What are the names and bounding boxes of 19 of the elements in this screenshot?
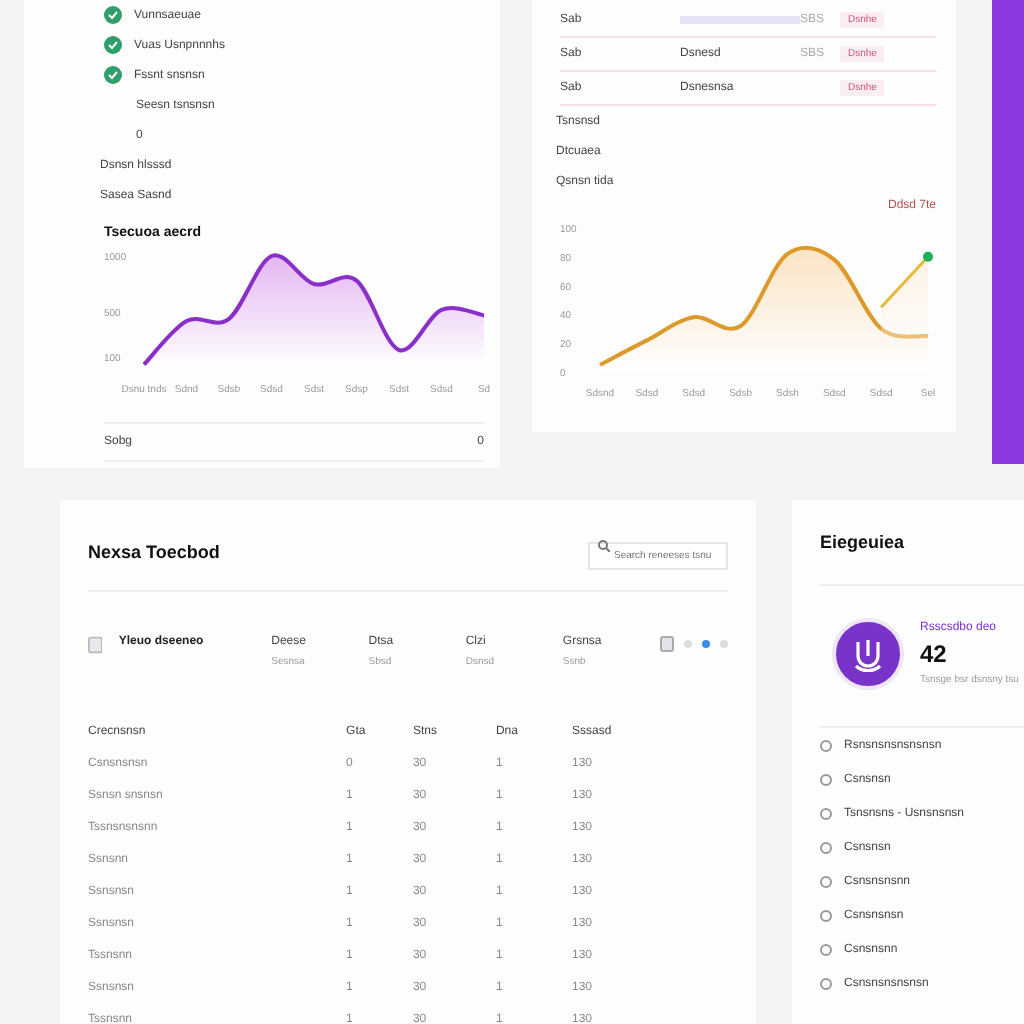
search-icon [598,540,610,552]
card-title: Eiegeuiea [820,532,1024,586]
page-dot[interactable] [684,640,693,648]
page-dot[interactable] [702,640,711,648]
circle-icon [820,739,832,751]
circle-icon [820,909,832,921]
circle-icon [820,807,832,819]
data-point [923,251,933,262]
circle-icon [820,773,832,785]
card-title: Nexsa Toecbod [88,541,220,561]
circle-icon [820,977,832,989]
avatar-icon [832,618,904,690]
page-dot[interactable] [720,640,729,648]
calendar-icon [660,636,675,652]
circle-icon [820,943,832,955]
document-icon [88,636,103,654]
circle-icon [820,841,832,853]
circle-icon [820,875,832,887]
profile-value: 42 [920,640,949,668]
